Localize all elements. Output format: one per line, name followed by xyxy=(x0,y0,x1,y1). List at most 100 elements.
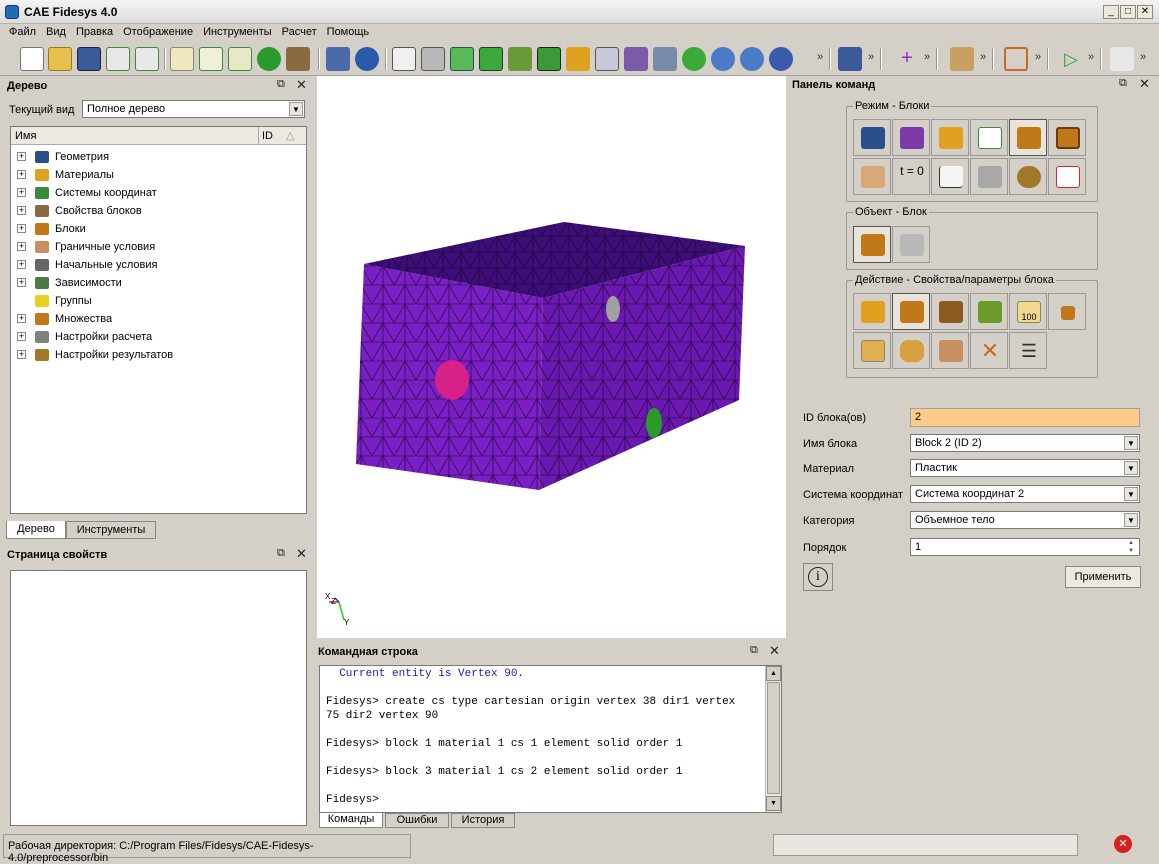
scroll-down-icon[interactable]: ▼ xyxy=(766,796,781,811)
zoom-in-icon[interactable] xyxy=(711,47,735,71)
transparency-icon[interactable] xyxy=(653,47,677,71)
action-modify-button[interactable] xyxy=(931,293,969,330)
tab-errors[interactable]: Ошибки xyxy=(385,813,449,828)
close-panel-icon[interactable]: ✕ xyxy=(769,643,780,659)
tree-item[interactable]: + Системы координат xyxy=(11,184,301,202)
mode-geometry-button[interactable] xyxy=(853,119,891,156)
toolbar-overflow-icon[interactable]: » xyxy=(1088,51,1094,63)
undock-icon[interactable]: ⧉ xyxy=(277,547,285,560)
volumes-icon[interactable] xyxy=(508,47,532,71)
run-solver-icon[interactable]: ▷ xyxy=(1059,47,1083,71)
tree-item[interactable]: + Зависимости xyxy=(11,274,301,292)
action-info-button[interactable] xyxy=(931,332,969,369)
action-create-button[interactable] xyxy=(853,293,891,330)
fit-view-icon[interactable] xyxy=(769,47,793,71)
selection-box-icon[interactable] xyxy=(1004,47,1028,71)
scroll-up-icon[interactable]: ▲ xyxy=(766,666,781,681)
scroll-thumb[interactable] xyxy=(767,682,780,794)
viewport-3d[interactable]: X Z Y xyxy=(317,76,786,638)
expand-icon[interactable]: + xyxy=(17,314,26,323)
tree-view[interactable]: Имя ID △ + Геометрия + Материалы + Системы ко… xyxy=(10,126,307,514)
wireframe-icon[interactable] xyxy=(392,47,416,71)
grid-icon[interactable] xyxy=(595,47,619,71)
action-properties-button[interactable] xyxy=(892,293,930,330)
shaded-icon[interactable] xyxy=(450,47,474,71)
model-tools-icon[interactable] xyxy=(838,47,862,71)
new-file-icon[interactable] xyxy=(20,47,44,71)
mode-boundary-button[interactable] xyxy=(853,158,891,195)
command-scrollbar[interactable]: ▲ ▼ xyxy=(765,666,781,812)
tree-item[interactable]: + Начальные условия xyxy=(11,256,301,274)
open-folder-icon[interactable] xyxy=(48,47,72,71)
menu-calculation[interactable]: Расчет xyxy=(277,24,322,38)
expand-icon[interactable]: + xyxy=(17,332,26,341)
maximize-button[interactable]: □ xyxy=(1120,5,1136,19)
undock-icon[interactable]: ⧉ xyxy=(750,644,758,657)
block-name-select[interactable]: Block 2 (ID 2) ▼ xyxy=(910,434,1140,452)
command-output[interactable]: Current entity is Vertex 90. Fidesys> cre… xyxy=(319,665,782,813)
menu-view[interactable]: Вид xyxy=(41,24,71,38)
tab-tree[interactable]: Дерево xyxy=(6,521,66,539)
probe-icon[interactable] xyxy=(950,47,974,71)
info-button[interactable]: i xyxy=(803,563,833,591)
crosshair-icon[interactable]: + xyxy=(895,47,919,71)
order-spinbox[interactable]: 1 ▲ ▼ xyxy=(910,538,1140,556)
expand-icon[interactable]: + xyxy=(17,206,26,215)
nodes-icon[interactable] xyxy=(566,47,590,71)
object-block-button[interactable] xyxy=(853,226,891,263)
id-script-icon[interactable] xyxy=(228,47,252,71)
object-block-settings-button[interactable] xyxy=(892,226,930,263)
close-panel-icon[interactable]: ✕ xyxy=(1139,76,1150,92)
tree-item[interactable]: + Свойства блоков xyxy=(11,202,301,220)
menu-help[interactable]: Помощь xyxy=(322,24,375,38)
block-id-input[interactable]: 2 xyxy=(910,408,1140,427)
tree-item[interactable]: + Настройки расчета xyxy=(11,328,301,346)
close-window-button[interactable]: ✕ xyxy=(1137,5,1153,19)
mesh-display-icon[interactable] xyxy=(537,47,561,71)
mode-materials-button[interactable] xyxy=(931,119,969,156)
tree-item[interactable]: + Геометрия xyxy=(11,148,301,166)
import-icon[interactable] xyxy=(106,47,130,71)
stop-icon[interactable]: ✕ xyxy=(1114,835,1132,853)
mode-mesh-button[interactable] xyxy=(892,119,930,156)
menu-edit[interactable]: Правка xyxy=(71,24,118,38)
run-script-icon[interactable] xyxy=(199,47,223,71)
shaded-edges-icon[interactable] xyxy=(479,47,503,71)
action-renumber-button[interactable]: 100 xyxy=(1009,293,1047,330)
hammer-icon[interactable] xyxy=(286,47,310,71)
menu-tools[interactable]: Инструменты xyxy=(198,24,277,38)
coord-system-select[interactable]: Система координат 2 ▼ xyxy=(910,485,1140,503)
save-icon[interactable] xyxy=(77,47,101,71)
mode-coord-button[interactable] xyxy=(970,119,1008,156)
mode-initial-button[interactable]: t = 0 xyxy=(892,158,930,195)
action-list-button[interactable]: ☰ xyxy=(1009,332,1047,369)
tab-tools[interactable]: Инструменты xyxy=(66,521,156,539)
expand-icon[interactable]: + xyxy=(17,188,26,197)
undock-icon[interactable]: ⧉ xyxy=(277,78,285,91)
close-panel-icon[interactable]: ✕ xyxy=(296,546,307,562)
expand-icon[interactable]: + xyxy=(17,350,26,359)
mode-dependencies-button[interactable] xyxy=(931,158,969,195)
action-list-block-button[interactable] xyxy=(1048,293,1086,330)
mode-sets-button[interactable] xyxy=(1048,119,1086,156)
tree-item[interactable]: + Настройки результатов xyxy=(11,346,301,364)
undo-icon[interactable] xyxy=(355,47,379,71)
tree-item[interactable]: + Блоки xyxy=(11,220,301,238)
apply-button[interactable]: Применить xyxy=(1065,566,1141,588)
tree-item[interactable]: + Множества xyxy=(11,310,301,328)
column-id-header[interactable]: ID xyxy=(258,127,276,145)
properties-area[interactable] xyxy=(10,570,307,826)
mode-inspect-button[interactable] xyxy=(1048,158,1086,195)
cube-view-icon[interactable] xyxy=(624,47,648,71)
mode-calc-settings-button[interactable] xyxy=(970,158,1008,195)
tree-item[interactable]: + Граничные условия xyxy=(11,238,301,256)
close-panel-icon[interactable]: ✕ xyxy=(296,77,307,93)
toolbar-overflow-icon[interactable]: » xyxy=(1035,51,1041,63)
action-group-blocks-button[interactable] xyxy=(853,332,891,369)
expand-icon[interactable]: + xyxy=(17,242,26,251)
export-icon[interactable] xyxy=(135,47,159,71)
expand-icon[interactable]: + xyxy=(17,260,26,269)
refresh-icon[interactable] xyxy=(682,47,706,71)
expand-icon[interactable]: + xyxy=(17,224,26,233)
toolbar-overflow-icon[interactable]: » xyxy=(1140,51,1146,63)
